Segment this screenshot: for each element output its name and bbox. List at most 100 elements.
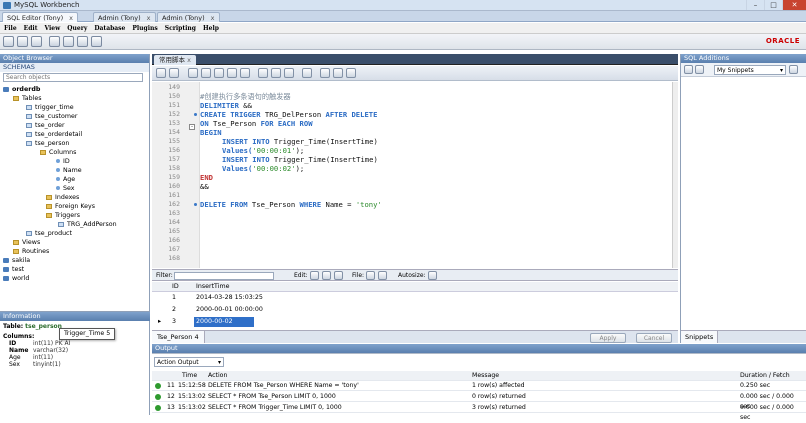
cell[interactable]: 1 (170, 293, 176, 303)
editor-scrollbar[interactable] (672, 82, 678, 268)
tree-item-tables[interactable]: Tables (13, 95, 42, 103)
import-icon[interactable] (378, 271, 387, 280)
find-icon[interactable] (320, 68, 330, 78)
column-header[interactable]: Time (182, 371, 197, 381)
tree-item-table[interactable]: tse_order (26, 122, 65, 130)
apply-button[interactable]: Apply (590, 333, 626, 343)
column-header[interactable]: Action (208, 371, 227, 381)
execute-current-icon[interactable] (201, 68, 211, 78)
execute-all-icon[interactable] (188, 68, 198, 78)
tree-item-views[interactable]: Views (13, 239, 40, 247)
autocommit-icon[interactable] (284, 68, 294, 78)
search-objects-input[interactable] (3, 73, 143, 82)
selected-cell[interactable]: 2000-00-02 00:00:00 (194, 317, 254, 335)
commit-icon[interactable] (258, 68, 268, 78)
tree-item-columns[interactable]: Columns (40, 149, 76, 157)
tree-item-schema[interactable]: world (3, 275, 29, 283)
filter-input[interactable] (174, 272, 274, 280)
output-type-select[interactable]: Action Output ▾ (154, 357, 224, 367)
tree-item-schema[interactable]: sakila (3, 257, 30, 265)
table-row[interactable]: ▸ 3 2000-00-02 00:00:00 (152, 317, 678, 335)
open-file-icon[interactable] (156, 68, 166, 78)
export-icon[interactable] (366, 271, 375, 280)
snippet-menu-icon[interactable] (789, 65, 798, 74)
tree-item-table[interactable]: tse_product (26, 230, 72, 238)
editor-tab[interactable]: 常用脚本 x (154, 55, 196, 65)
menu-view[interactable]: View (44, 23, 60, 33)
close-icon[interactable]: ✕ (782, 0, 806, 10)
column-header[interactable]: Message (472, 371, 499, 381)
fold-icon[interactable]: - (189, 124, 195, 130)
tree-item-indexes[interactable]: Indexes (46, 194, 79, 202)
tree-item-table[interactable]: tse_person (26, 140, 69, 148)
explain-icon[interactable] (214, 68, 224, 78)
close-tab-icon[interactable]: x (211, 14, 215, 22)
code-editor[interactable]: #创建执行多条语句的触发器 DELIMITER && CREATE TRIGGE… (200, 82, 672, 268)
snippets-tab[interactable]: Snippets (681, 331, 719, 343)
cell[interactable]: 2 (170, 305, 176, 315)
tree-item-table[interactable]: trigger_time (26, 104, 74, 112)
snippet-copy-icon[interactable] (695, 65, 704, 74)
snippets-select[interactable]: My Snippets ▾ (714, 65, 786, 75)
tree-item-table[interactable]: tse_orderdetail (26, 131, 82, 139)
tree-item-column[interactable]: ID (56, 158, 70, 166)
wrap-lines-icon[interactable] (346, 68, 356, 78)
table-row[interactable]: 1 2014-03-28 15:03:25 (152, 293, 678, 303)
tab-admin-2[interactable]: Admin (Tony) x (157, 12, 220, 22)
new-view-icon[interactable] (77, 36, 88, 47)
tab-sql-editor[interactable]: SQL Editor (Tony) x (2, 12, 78, 22)
stop-icon[interactable] (227, 68, 237, 78)
tree-item-column[interactable]: Sex (56, 185, 75, 193)
stop-on-error-icon[interactable] (240, 68, 250, 78)
autosize-icon[interactable] (428, 271, 437, 280)
output-row[interactable]: 12 15:13:02 SELECT * FROM Tse_Person LIM… (152, 392, 806, 410)
close-tab-icon[interactable]: x (147, 14, 151, 22)
cell[interactable]: 2014-03-28 15:03:25 (194, 293, 263, 303)
menu-plugins[interactable]: Plugins (132, 23, 157, 33)
edit-row-icon[interactable] (310, 271, 319, 280)
output-row[interactable]: 13 15:13:02 SELECT * FROM Trigger_Time L… (152, 403, 806, 421)
menu-help[interactable]: Help (203, 23, 219, 33)
tree-item-triggers[interactable]: Triggers (46, 212, 80, 220)
table-row[interactable]: 2 2000-00-01 00:00:00 (152, 305, 678, 315)
cancel-button[interactable]: Cancel (636, 333, 672, 343)
add-row-icon[interactable] (322, 271, 331, 280)
cell[interactable]: 3 (170, 317, 176, 327)
column-header[interactable]: ID (170, 282, 179, 292)
menu-scripting[interactable]: Scripting (165, 23, 196, 33)
close-tab-icon[interactable]: x (187, 56, 191, 64)
result-tab[interactable]: Tse_Person 4 (152, 331, 205, 343)
tree-item-trigger[interactable]: TRG_AddPerson (58, 221, 117, 229)
new-sql-tab-icon[interactable] (3, 36, 14, 47)
column-header[interactable]: Duration / Fetch (740, 371, 790, 381)
tree-item-orderdb[interactable]: orderdb (3, 86, 40, 94)
new-routine-icon[interactable] (91, 36, 102, 47)
tree-item-column[interactable]: Age (56, 176, 75, 184)
tree-item-routines[interactable]: Routines (13, 248, 49, 256)
menu-file[interactable]: File (4, 23, 17, 33)
tree-item-column[interactable]: Name (56, 167, 82, 175)
new-table-icon[interactable] (63, 36, 74, 47)
tree-item-table[interactable]: tse_customer (26, 113, 77, 121)
open-sql-file-icon[interactable] (17, 36, 28, 47)
tree-item-schema[interactable]: test (3, 266, 24, 274)
tab-admin-1[interactable]: Admin (Tony) x (93, 12, 156, 22)
minimize-icon[interactable]: – (746, 0, 764, 10)
column-header[interactable]: InsertTime (194, 282, 229, 292)
close-tab-icon[interactable]: x (69, 14, 73, 22)
cell[interactable]: 2000-00-01 00:00:00 (194, 305, 263, 315)
menu-database[interactable]: Database (94, 23, 125, 33)
maximize-icon[interactable]: □ (764, 0, 782, 10)
execute-icon[interactable] (31, 36, 42, 47)
new-schema-icon[interactable] (49, 36, 60, 47)
delete-row-icon[interactable] (334, 271, 343, 280)
menu-query[interactable]: Query (67, 23, 87, 33)
tree-item-foreign-keys[interactable]: Foreign Keys (46, 203, 95, 211)
invisible-chars-icon[interactable] (333, 68, 343, 78)
menu-edit[interactable]: Edit (24, 23, 38, 33)
output-row[interactable]: 11 15:12:58 DELETE FROM Tse_Person WHERE… (152, 381, 806, 391)
rollback-icon[interactable] (271, 68, 281, 78)
save-icon[interactable] (169, 68, 179, 78)
snippet-insert-icon[interactable] (684, 65, 693, 74)
beautify-icon[interactable] (302, 68, 312, 78)
